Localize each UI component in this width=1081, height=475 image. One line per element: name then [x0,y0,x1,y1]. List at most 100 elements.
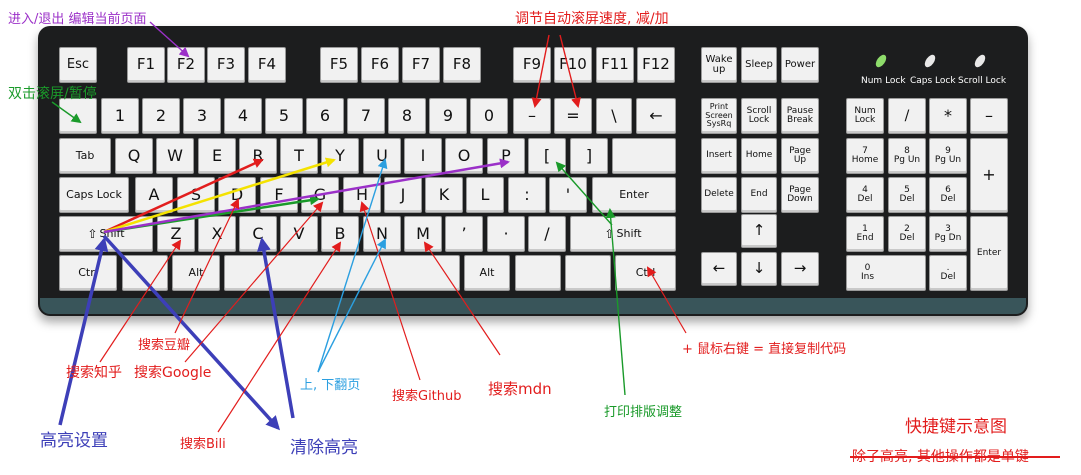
key-esc[interactable]: Esc [59,47,97,83]
key-num-8[interactable]: 8 Pg Un [888,138,926,174]
key-r[interactable]: R [239,138,277,174]
key-enter[interactable]: Enter [592,177,676,213]
key-tab[interactable]: Tab [59,138,111,174]
key-d[interactable]: D [218,177,256,213]
key-x[interactable]: X [198,216,236,252]
key-9[interactable]: 9 [429,98,467,134]
key-colon[interactable]: : [508,177,546,213]
key-8[interactable]: 8 [388,98,426,134]
key-num-7[interactable]: 7 Home [846,138,884,174]
key-q[interactable]: Q [115,138,153,174]
key-f5[interactable]: F5 [320,47,358,83]
key-power[interactable]: Power [781,47,819,83]
key-3[interactable]: 3 [183,98,221,134]
key-right-bracket[interactable]: ] [570,138,608,174]
key-num-add[interactable]: + [970,138,1008,213]
key-num-1[interactable]: 1 End [846,216,884,252]
key-f3[interactable]: F3 [207,47,245,83]
key-backtick[interactable] [59,98,97,134]
key-backspace[interactable]: ← [636,98,676,134]
key-m[interactable]: M [404,216,442,252]
key-arrow-up[interactable]: ↑ [741,214,777,248]
key-left-bracket[interactable]: [ [528,138,566,174]
key-left-alt[interactable]: Alt [172,255,220,291]
key-scroll-lock[interactable]: Scroll Lock [741,98,777,134]
key-f9[interactable]: F9 [513,47,551,83]
key-page-up[interactable]: Page Up [781,138,819,174]
key-f8[interactable]: F8 [443,47,481,83]
key-comma[interactable]: ’ [445,216,483,252]
key-v[interactable]: V [280,216,318,252]
key-space[interactable] [224,255,460,291]
key-num-enter[interactable]: Enter [970,216,1008,291]
key-num-lock[interactable]: Num Lock [846,98,884,134]
key-backslash[interactable]: \ [596,98,632,134]
key-num-delete[interactable]: . Del [929,255,967,291]
key-g[interactable]: G [301,177,339,213]
key-page-down[interactable]: Page Down [781,177,819,213]
key-a[interactable]: A [135,177,173,213]
key-sleep[interactable]: Sleep [741,47,777,83]
key-t[interactable]: T [280,138,318,174]
key-w[interactable]: W [156,138,194,174]
key-slash[interactable]: / [528,216,566,252]
key-n[interactable]: N [363,216,401,252]
key-enter-upper[interactable] [612,138,676,174]
key-y[interactable]: Y [321,138,359,174]
key-6[interactable]: 6 [306,98,344,134]
key-z[interactable]: Z [157,216,195,252]
key-f10[interactable]: F10 [554,47,592,83]
key-b[interactable]: B [321,216,359,252]
key-k[interactable]: K [425,177,463,213]
key-right-win[interactable] [515,255,561,291]
key-pause-break[interactable]: Pause Break [781,98,819,134]
key-right-alt[interactable]: Alt [464,255,510,291]
key-num-divide[interactable]: / [888,98,926,134]
key-h[interactable]: H [343,177,381,213]
key-7[interactable]: 7 [347,98,385,134]
key-caps-lock[interactable]: Caps Lock [59,177,129,213]
key-4[interactable]: 4 [224,98,262,134]
key-left-ctrl[interactable]: Ctrl [59,255,117,291]
key-j[interactable]: J [384,177,422,213]
key-f[interactable]: F [260,177,298,213]
key-arrow-right[interactable]: → [781,252,819,286]
key-p[interactable]: P [487,138,525,174]
key-num-0[interactable]: 0 Ins [846,255,926,291]
key-equals[interactable]: = [554,98,592,134]
key-0[interactable]: 0 [470,98,508,134]
key-num-5[interactable]: 5 Del [888,177,926,213]
key-arrow-left[interactable]: ← [701,252,737,286]
key-insert[interactable]: Insert [701,138,737,174]
key-s[interactable]: S [177,177,215,213]
key-right-ctrl[interactable]: Ctrl [615,255,676,291]
key-l[interactable]: L [466,177,504,213]
key-num-2[interactable]: 2 Del [888,216,926,252]
key-f2[interactable]: F2 [167,47,205,83]
key-u[interactable]: U [363,138,401,174]
key-f4[interactable]: F4 [248,47,286,83]
key-quote[interactable]: ' [549,177,587,213]
key-num-3[interactable]: 3 Pg Dn [929,216,967,252]
key-period[interactable]: · [487,216,525,252]
key-f12[interactable]: F12 [637,47,675,83]
key-home[interactable]: Home [741,138,777,174]
key-right-shift[interactable]: ⇧ Shift [570,216,676,252]
key-print-screen[interactable]: Print Screen SysRq [701,98,737,134]
key-5[interactable]: 5 [265,98,303,134]
key-e[interactable]: E [198,138,236,174]
key-f6[interactable]: F6 [361,47,399,83]
key-o[interactable]: O [445,138,483,174]
key-f1[interactable]: F1 [127,47,165,83]
key-1[interactable]: 1 [101,98,139,134]
key-num-9[interactable]: 9 Pg Un [929,138,967,174]
key-i[interactable]: I [404,138,442,174]
key-left-win[interactable] [122,255,168,291]
key-c[interactable]: C [239,216,277,252]
key-num-4[interactable]: 4 Del [846,177,884,213]
key-menu[interactable] [565,255,611,291]
key-wake-up[interactable]: Wake up [701,47,737,83]
key-2[interactable]: 2 [142,98,180,134]
key-delete[interactable]: Delete [701,177,737,213]
key-minus[interactable]: – [513,98,551,134]
